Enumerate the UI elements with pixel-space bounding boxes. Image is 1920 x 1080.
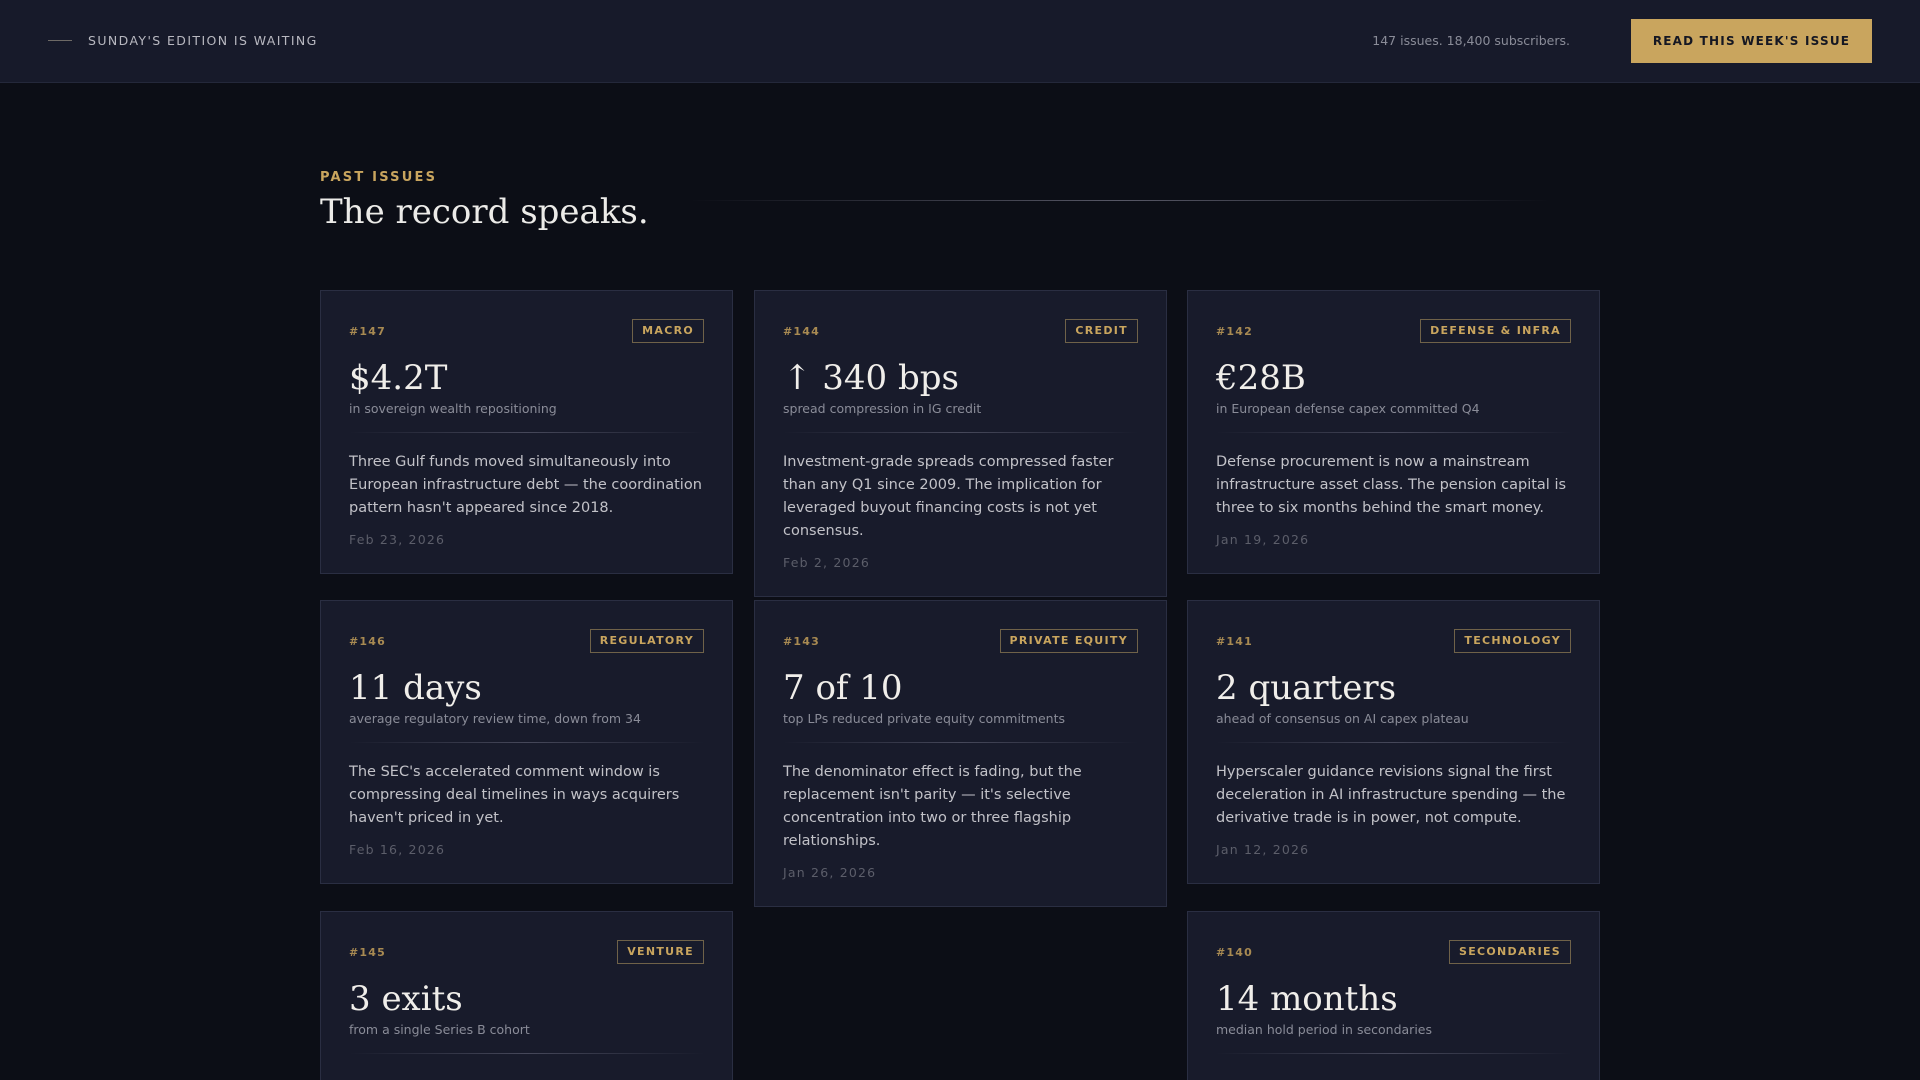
category-tag: PRIVATE EQUITY	[999, 629, 1138, 653]
dash-divider	[48, 40, 72, 41]
card-divider	[349, 432, 704, 433]
stat-caption: spread compression in IG credit	[783, 401, 982, 416]
issue-summary: The SEC's accelerated comment window is …	[349, 764, 680, 826]
stat-caption: top LPs reduced private equity commitmen…	[783, 711, 1066, 726]
stat-caption: in European defense capex committed Q4	[1216, 401, 1480, 416]
headline-stat: 11 days	[349, 668, 482, 708]
issue-date: Jan 26, 2026	[783, 865, 877, 880]
issue-number: #146	[349, 634, 386, 648]
edition-notice: SUNDAY'S EDITION IS WAITING	[88, 33, 318, 48]
issue-date: Jan 12, 2026	[1216, 842, 1310, 857]
issue-summary: Investment-grade spreads compressed fast…	[783, 454, 1114, 539]
card-divider	[1216, 1053, 1571, 1054]
card-divider	[349, 742, 704, 743]
issue-number: #147	[349, 324, 386, 338]
headline-stat: 3 exits	[349, 979, 463, 1019]
issue-number: #144	[783, 324, 820, 338]
issue-card-144[interactable]: #144 CREDIT ↑ 340 bps spread compression…	[754, 290, 1167, 597]
top-bar: SUNDAY'S EDITION IS WAITING 147 issues. …	[0, 0, 1920, 83]
card-divider	[783, 432, 1138, 433]
page-title: The record speaks.	[320, 192, 649, 232]
issue-card-147[interactable]: #147 MACRO $4.2T in sovereign wealth rep…	[320, 290, 733, 574]
issue-number: #142	[1216, 324, 1253, 338]
issue-summary: The denominator effect is fading, but th…	[783, 764, 1082, 849]
category-tag: TECHNOLOGY	[1454, 629, 1571, 653]
card-divider	[1216, 432, 1571, 433]
category-tag: SECONDARIES	[1448, 940, 1571, 964]
issue-card-140[interactable]: #140 SECONDARIES 14 months median hold p…	[1187, 911, 1600, 1080]
issue-date: Feb 2, 2026	[783, 555, 871, 570]
category-tag: MACRO	[632, 319, 704, 343]
issue-card-141[interactable]: #141 TECHNOLOGY 2 quarters ahead of cons…	[1187, 600, 1600, 884]
issue-number: #141	[1216, 634, 1253, 648]
issue-number: #140	[1216, 945, 1253, 959]
headline-stat: €28B	[1216, 358, 1306, 398]
issue-summary: Hyperscaler guidance revisions signal th…	[1216, 764, 1566, 826]
headline-stat: 7 of 10	[783, 668, 903, 708]
issue-number: #145	[349, 945, 386, 959]
issue-card-142[interactable]: #142 DEFENSE & INFRA €28B in European de…	[1187, 290, 1600, 574]
stat-caption: from a single Series B cohort	[349, 1022, 530, 1037]
card-divider	[349, 1053, 704, 1054]
issue-summary: Defense procurement is now a mainstream …	[1216, 454, 1567, 516]
card-divider	[1216, 742, 1571, 743]
issue-summary: Three Gulf funds moved simultaneously in…	[349, 454, 702, 516]
issue-date: Feb 16, 2026	[349, 842, 446, 857]
section-kicker: PAST ISSUES	[320, 170, 438, 185]
headline-stat: 2 quarters	[1216, 668, 1397, 708]
stat-caption: ahead of consensus on AI capex plateau	[1216, 711, 1469, 726]
stat-caption: average regulatory review time, down fro…	[349, 711, 641, 726]
subscriber-stats: 147 issues. 18,400 subscribers.	[1372, 33, 1570, 48]
category-tag: REGULATORY	[589, 629, 704, 653]
card-divider	[783, 742, 1138, 743]
headline-stat: ↑ 340 bps	[783, 358, 959, 398]
issue-card-145[interactable]: #145 VENTURE 3 exits from a single Serie…	[320, 911, 733, 1080]
read-this-weeks-issue-button[interactable]: READ THIS WEEK'S ISSUE	[1631, 19, 1872, 63]
headline-stat: $4.2T	[349, 358, 448, 398]
issue-number: #143	[783, 634, 820, 648]
issue-date: Jan 19, 2026	[1216, 532, 1310, 547]
stat-caption: median hold period in secondaries	[1216, 1022, 1432, 1037]
category-tag: VENTURE	[617, 940, 704, 964]
issue-card-146[interactable]: #146 REGULATORY 11 days average regulato…	[320, 600, 733, 884]
stat-caption: in sovereign wealth repositioning	[349, 401, 557, 416]
category-tag: CREDIT	[1065, 319, 1138, 343]
title-divider	[690, 200, 1550, 201]
issue-date: Feb 23, 2026	[349, 532, 446, 547]
headline-stat: 14 months	[1216, 979, 1398, 1019]
category-tag: DEFENSE & INFRA	[1420, 319, 1571, 343]
issue-card-143[interactable]: #143 PRIVATE EQUITY 7 of 10 top LPs redu…	[754, 600, 1167, 907]
